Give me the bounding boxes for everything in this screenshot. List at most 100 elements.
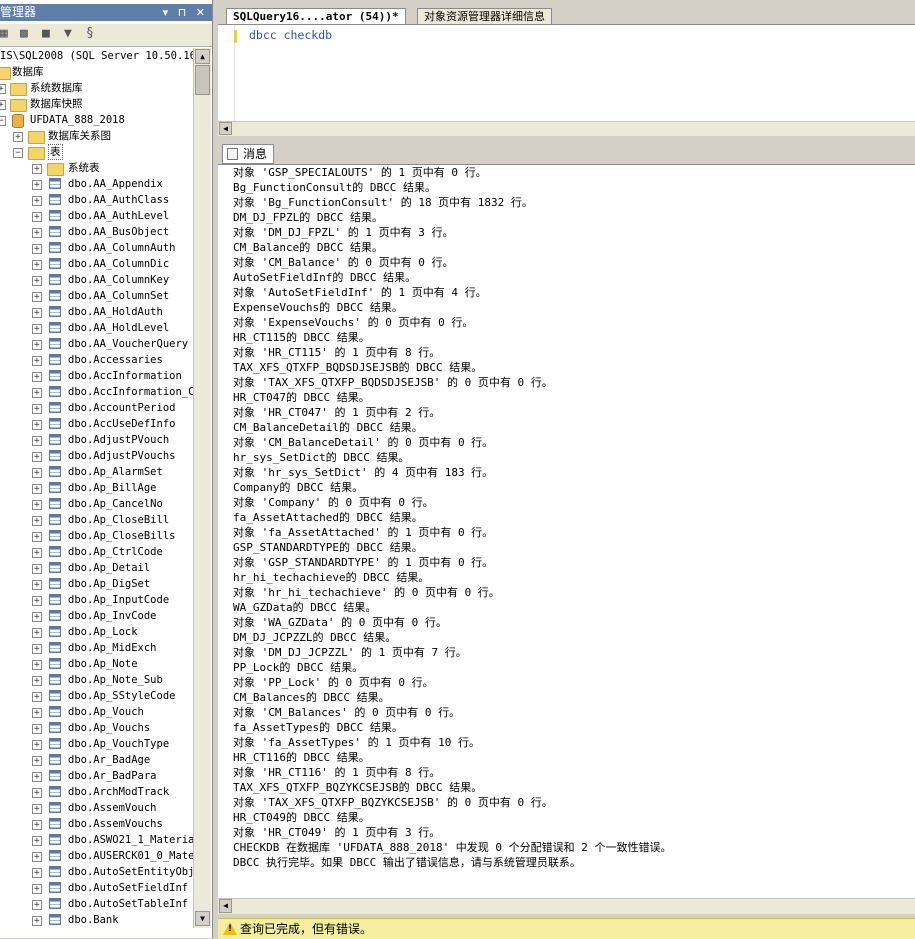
scroll-left-icon[interactable]: ◀ [219, 122, 232, 135]
expand-icon[interactable]: + [32, 900, 42, 910]
expand-icon[interactable]: + [32, 820, 42, 830]
messages-horizontal-scrollbar[interactable]: ◀ [218, 898, 915, 914]
expand-icon[interactable]: + [32, 372, 42, 382]
table-label: dbo.AccUseDefInfo [68, 418, 176, 430]
tab-object-explorer-details[interactable]: 对象资源管理器详细信息 [417, 8, 552, 25]
expand-icon[interactable]: + [32, 580, 42, 590]
collapse-icon[interactable]: − [13, 148, 23, 158]
table-label: dbo.AA_HoldLevel [68, 322, 170, 334]
expand-icon[interactable]: + [32, 548, 42, 558]
table-label: dbo.AccInformation_Co [68, 386, 193, 398]
expand-icon[interactable]: + [32, 196, 42, 206]
expand-icon[interactable]: + [32, 804, 42, 814]
table-icon [49, 338, 61, 349]
expand-icon[interactable]: + [32, 212, 42, 222]
expand-icon[interactable]: + [32, 260, 42, 270]
expand-icon[interactable]: + [32, 692, 42, 702]
object-tree-scrollbar[interactable]: ▲ ▼ [193, 48, 211, 928]
table-icon [49, 354, 61, 365]
tables-label: 表 [48, 144, 63, 160]
scroll-down-icon[interactable]: ▼ [195, 911, 210, 926]
collapse-icon[interactable]: − [0, 116, 6, 126]
expand-icon[interactable]: + [32, 596, 42, 606]
expand-icon[interactable]: + [13, 132, 23, 142]
expand-icon[interactable]: + [32, 404, 42, 414]
message-line: CM_Balance的 DBCC 结果。 [233, 241, 383, 254]
message-line: ExpenseVouchs的 DBCC 结果。 [233, 301, 403, 314]
expand-icon[interactable]: + [32, 836, 42, 846]
expand-icon[interactable]: + [32, 180, 42, 190]
expand-icon[interactable]: + [32, 420, 42, 430]
stop-icon[interactable]: ■ [42, 27, 56, 41]
expand-icon[interactable]: + [32, 244, 42, 254]
expand-icon[interactable]: + [32, 644, 42, 654]
expand-icon[interactable]: + [32, 676, 42, 686]
expand-icon[interactable]: + [32, 916, 42, 926]
expand-icon[interactable]: + [32, 228, 42, 238]
expand-icon[interactable]: + [32, 484, 42, 494]
scroll-up-icon[interactable]: ▲ [195, 49, 210, 64]
message-line: 对象 'fa_AssetAttached' 的 1 页中有 0 行。 [233, 526, 494, 539]
filter-icon[interactable]: ▼ [64, 27, 78, 41]
message-line: Bg_FunctionConsult的 DBCC 结果。 [233, 181, 436, 194]
refresh-icon[interactable]: § [86, 27, 100, 41]
expand-icon[interactable]: + [32, 436, 42, 446]
expand-icon[interactable]: + [32, 292, 42, 302]
query-text[interactable]: dbcc checkdb [249, 28, 332, 42]
table-label: dbo.AA_ColumnKey [68, 274, 170, 286]
tab-messages[interactable]: 消息 [222, 144, 275, 164]
editor-horizontal-scrollbar[interactable]: ◀ [218, 121, 915, 136]
messages-pane[interactable]: 对象 'GSP_SPECIALOUTS' 的 1 页中有 0 行。 Bg_Func… [218, 164, 915, 898]
tab-sql-query[interactable]: SQLQuery16....ator (54))* [226, 8, 406, 25]
disconnect-icon[interactable]: ▩ [20, 27, 34, 41]
message-line: PP_Lock的 DBCC 结果。 [233, 661, 364, 674]
message-line: 对象 'HR_CT116' 的 1 页中有 8 行。 [233, 766, 441, 779]
expand-icon[interactable]: + [32, 468, 42, 478]
expand-icon[interactable]: + [32, 852, 42, 862]
expand-icon[interactable]: + [32, 532, 42, 542]
expand-icon[interactable]: + [32, 564, 42, 574]
expand-icon[interactable]: + [32, 276, 42, 286]
message-line: TAX_XFS_QTXFP_BQDSDJSEJSB的 DBCC 结果。 [233, 361, 483, 374]
expand-icon[interactable]: + [32, 740, 42, 750]
expand-icon[interactable]: + [32, 324, 42, 334]
expand-icon[interactable]: + [32, 660, 42, 670]
scroll-left-icon[interactable]: ◀ [219, 899, 232, 913]
table-icon [49, 626, 61, 637]
table-label: dbo.AccInformation [68, 370, 182, 382]
table-icon [49, 434, 61, 445]
expand-icon[interactable]: + [32, 516, 42, 526]
expand-icon[interactable]: + [32, 788, 42, 798]
expand-icon[interactable]: + [32, 724, 42, 734]
titlebar-buttons[interactable]: ▾ ⊓ ✕ [163, 4, 208, 21]
expand-icon[interactable]: + [32, 756, 42, 766]
expand-icon[interactable]: + [32, 452, 42, 462]
connect-icon[interactable]: ▦ [0, 27, 14, 41]
expand-icon[interactable]: + [32, 628, 42, 638]
table-label: dbo.AutoSetTableInf [68, 898, 189, 910]
table-label: dbo.Ap_CloseBill [68, 514, 170, 526]
expand-icon[interactable]: + [0, 84, 6, 94]
table-label: dbo.Ap_Vouch [68, 706, 144, 718]
table-icon [49, 546, 61, 557]
message-line: HR_CT049的 DBCC 结果。 [233, 811, 370, 824]
table-icon [49, 562, 61, 573]
expand-icon[interactable]: + [32, 356, 42, 366]
table-icon [49, 466, 61, 477]
expand-icon[interactable]: + [32, 308, 42, 318]
expand-icon[interactable]: + [32, 612, 42, 622]
expand-icon[interactable]: + [0, 100, 6, 110]
query-editor[interactable]: dbcc checkdb [218, 24, 915, 122]
expand-icon[interactable]: + [32, 708, 42, 718]
expand-icon[interactable]: + [32, 884, 42, 894]
expand-icon[interactable]: + [32, 500, 42, 510]
expand-icon[interactable]: + [32, 772, 42, 782]
expand-icon[interactable]: + [32, 340, 42, 350]
expand-icon[interactable]: + [32, 388, 42, 398]
expand-icon[interactable]: + [32, 164, 42, 174]
scroll-thumb[interactable] [195, 65, 210, 95]
folder-icon [10, 99, 27, 112]
object-explorer-titlebar: 管理器 ▾ ⊓ ✕ [0, 4, 212, 21]
table-icon [49, 178, 61, 189]
expand-icon[interactable]: + [32, 868, 42, 878]
